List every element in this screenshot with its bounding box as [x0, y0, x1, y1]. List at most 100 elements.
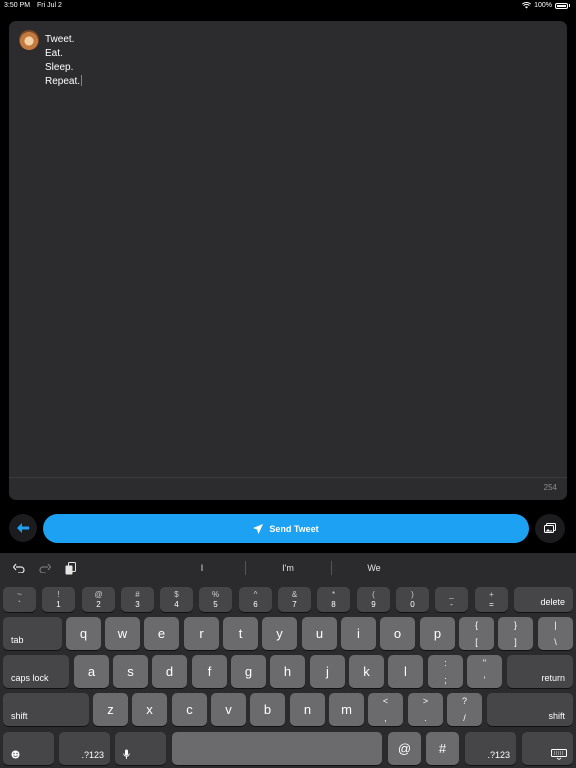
compose-card[interactable]: Tweet. Eat. Sleep. Repeat. 254: [9, 21, 567, 500]
key-slash[interactable]: ? /: [447, 693, 482, 726]
wifi-icon: [522, 2, 532, 9]
battery-percent: 100%: [534, 2, 552, 9]
key-z[interactable]: z: [93, 693, 128, 726]
key-comma[interactable]: <,: [368, 693, 403, 726]
keyboard-toolbar: I I'm We: [0, 553, 576, 583]
key-y[interactable]: y: [262, 617, 297, 650]
key-r[interactable]: r: [184, 617, 219, 650]
key-semicolon[interactable]: :;: [428, 655, 463, 688]
key-b[interactable]: b: [250, 693, 285, 726]
on-screen-keyboard: I I'm We ~ ` ! 1 @2 #3 $4 % 5 ^ 6 & 7 * 8 (9 )…: [0, 553, 576, 768]
tweet-line: Tweet.: [45, 34, 75, 45]
key-2[interactable]: @2: [82, 587, 115, 612]
key-x[interactable]: x: [132, 693, 167, 726]
return-key[interactable]: return: [507, 655, 573, 688]
key-d[interactable]: d: [152, 655, 187, 688]
keyboard-dismiss-icon: [551, 749, 567, 760]
undo-icon[interactable]: [12, 561, 26, 575]
battery-cap: [569, 4, 570, 7]
key-backslash[interactable]: | \: [538, 617, 573, 650]
key-q[interactable]: q: [66, 617, 101, 650]
space-bar[interactable]: [172, 732, 382, 765]
key-quote[interactable]: " ': [467, 655, 502, 688]
key-minus[interactable]: _ -: [435, 587, 468, 612]
suggestion-3[interactable]: We: [334, 563, 414, 573]
clipboard-icon[interactable]: [63, 561, 77, 575]
key-3[interactable]: #3: [121, 587, 154, 612]
media-button[interactable]: [535, 514, 565, 543]
key-equals[interactable]: + =: [475, 587, 508, 612]
key-s[interactable]: s: [113, 655, 148, 688]
send-tweet-label: Send Tweet: [269, 523, 319, 534]
tweet-line-last: Repeat.: [45, 75, 83, 89]
microphone-icon: [123, 749, 130, 759]
character-counter: 254: [543, 483, 557, 492]
status-bar: 3:50 PM Fri Jul 2 100%: [0, 0, 576, 14]
key-9[interactable]: (9: [357, 587, 390, 612]
key-w[interactable]: w: [105, 617, 140, 650]
key-6[interactable]: ^ 6: [239, 587, 272, 612]
key-h[interactable]: h: [270, 655, 305, 688]
key-p[interactable]: p: [420, 617, 455, 650]
send-tweet-button[interactable]: Send Tweet: [43, 514, 529, 543]
key-f[interactable]: f: [192, 655, 227, 688]
suggestion-1[interactable]: I: [162, 563, 242, 573]
emoji-key[interactable]: [3, 732, 54, 765]
tweet-text-input[interactable]: Tweet. Eat. Sleep. Repeat.: [45, 33, 83, 89]
dismiss-keyboard-key[interactable]: [522, 732, 573, 765]
key-k[interactable]: k: [349, 655, 384, 688]
back-button[interactable]: [9, 514, 37, 542]
tweet-line: Repeat.: [45, 76, 81, 87]
key-right-bracket[interactable]: }]: [498, 617, 533, 650]
key-hash[interactable]: #: [426, 732, 459, 765]
key-c[interactable]: c: [172, 693, 207, 726]
key-at[interactable]: @: [388, 732, 421, 765]
avatar[interactable]: [19, 30, 39, 50]
key-8[interactable]: * 8: [317, 587, 350, 612]
send-arrow-icon: [253, 523, 264, 534]
key-5[interactable]: % 5: [199, 587, 232, 612]
right-shift-key[interactable]: shift: [487, 693, 573, 726]
delete-key[interactable]: delete: [514, 587, 573, 612]
key-l[interactable]: l: [388, 655, 423, 688]
compose-divider: [9, 477, 567, 478]
numbers-mode-key-right[interactable]: .?123: [465, 732, 516, 765]
tweet-line: Sleep.: [45, 62, 74, 73]
key-backtick[interactable]: ~ `: [3, 587, 36, 612]
redo-icon[interactable]: [38, 561, 52, 575]
tab-key[interactable]: tab: [3, 617, 62, 650]
key-o[interactable]: o: [380, 617, 415, 650]
photo-gallery-icon: [544, 523, 556, 533]
status-date: Fri Jul 2: [37, 2, 62, 9]
left-shift-key[interactable]: shift: [3, 693, 89, 726]
emoji-icon: [11, 750, 20, 759]
key-1[interactable]: ! 1: [42, 587, 75, 612]
suggestion-2[interactable]: I'm: [248, 563, 328, 573]
key-g[interactable]: g: [231, 655, 266, 688]
key-4[interactable]: $4: [160, 587, 193, 612]
key-v[interactable]: v: [211, 693, 246, 726]
status-right: 100%: [522, 2, 570, 9]
suggestion-divider: [245, 561, 246, 575]
key-t[interactable]: t: [223, 617, 258, 650]
key-m[interactable]: m: [329, 693, 364, 726]
key-i[interactable]: i: [341, 617, 376, 650]
battery-icon: [555, 2, 568, 9]
suggestion-divider: [331, 561, 332, 575]
key-n[interactable]: n: [290, 693, 325, 726]
reply-arrow-icon: [17, 523, 29, 533]
key-period[interactable]: >.: [408, 693, 443, 726]
key-u[interactable]: u: [302, 617, 337, 650]
key-left-bracket[interactable]: {[: [459, 617, 494, 650]
key-e[interactable]: e: [144, 617, 179, 650]
key-a[interactable]: a: [74, 655, 109, 688]
caps-lock-key[interactable]: caps lock: [3, 655, 69, 688]
text-caret: [81, 75, 83, 86]
key-j[interactable]: j: [310, 655, 345, 688]
key-7[interactable]: & 7: [278, 587, 311, 612]
numbers-mode-key[interactable]: .?123: [59, 732, 110, 765]
dictation-key[interactable]: [115, 732, 166, 765]
tweet-line: Eat.: [45, 48, 63, 59]
status-time: 3:50 PM: [4, 2, 31, 9]
key-0[interactable]: ) 0: [396, 587, 429, 612]
